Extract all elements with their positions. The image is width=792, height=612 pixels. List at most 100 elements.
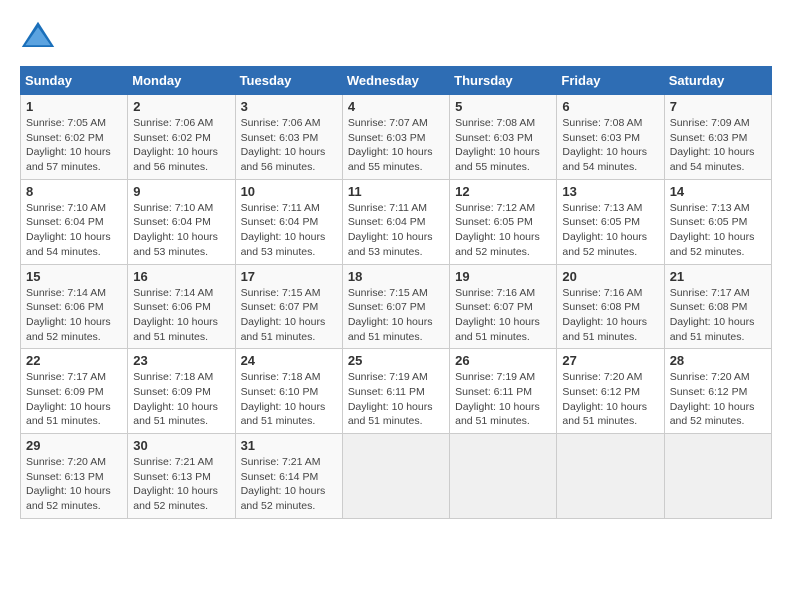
day-number: 22 [26, 353, 122, 368]
day-info: Sunrise: 7:07 AM Sunset: 6:03 PM Dayligh… [348, 116, 444, 175]
day-info: Sunrise: 7:15 AM Sunset: 6:07 PM Dayligh… [348, 286, 444, 345]
calendar-cell: 25 Sunrise: 7:19 AM Sunset: 6:11 PM Dayli… [342, 349, 449, 434]
calendar-week-row: 8Sunrise: 7:10 AM Sunset: 6:04 PM Daylig… [21, 179, 772, 264]
logo [20, 20, 60, 56]
column-header-friday: Friday [557, 67, 664, 95]
day-number: 10 [241, 184, 337, 199]
column-header-wednesday: Wednesday [342, 67, 449, 95]
calendar-cell: 21 Sunrise: 7:17 AM Sunset: 6:08 PM Dayli… [664, 264, 771, 349]
calendar-cell: 3 Sunrise: 7:06 AM Sunset: 6:03 PM Daylig… [235, 95, 342, 180]
day-number: 18 [348, 269, 444, 284]
column-header-sunday: Sunday [21, 67, 128, 95]
calendar-cell [557, 434, 664, 519]
day-info: Sunrise: 7:11 AM Sunset: 6:04 PM Dayligh… [241, 201, 337, 260]
calendar-cell: 24 Sunrise: 7:18 AM Sunset: 6:10 PM Dayli… [235, 349, 342, 434]
calendar-cell: 19Sunrise: 7:16 AM Sunset: 6:07 PM Dayli… [450, 264, 557, 349]
day-info: Sunrise: 7:10 AM Sunset: 6:04 PM Dayligh… [133, 201, 229, 260]
day-number: 24 [241, 353, 337, 368]
day-number: 2 [133, 99, 229, 114]
day-number: 23 [133, 353, 229, 368]
day-info: Sunrise: 7:17 AM Sunset: 6:08 PM Dayligh… [670, 286, 766, 345]
calendar-table: SundayMondayTuesdayWednesdayThursdayFrid… [20, 66, 772, 519]
day-info: Sunrise: 7:20 AM Sunset: 6:12 PM Dayligh… [670, 370, 766, 429]
calendar-cell: 9 Sunrise: 7:10 AM Sunset: 6:04 PM Daylig… [128, 179, 235, 264]
day-info: Sunrise: 7:17 AM Sunset: 6:09 PM Dayligh… [26, 370, 122, 429]
calendar-week-row: 22 Sunrise: 7:17 AM Sunset: 6:09 PM Dayli… [21, 349, 772, 434]
day-info: Sunrise: 7:10 AM Sunset: 6:04 PM Dayligh… [26, 201, 122, 260]
day-number: 9 [133, 184, 229, 199]
calendar-cell [342, 434, 449, 519]
calendar-cell: 26 Sunrise: 7:19 AM Sunset: 6:11 PM Dayli… [450, 349, 557, 434]
day-number: 19 [455, 269, 551, 284]
day-number: 21 [670, 269, 766, 284]
day-info: Sunrise: 7:18 AM Sunset: 6:09 PM Dayligh… [133, 370, 229, 429]
calendar-cell: 13 Sunrise: 7:13 AM Sunset: 6:05 PM Dayli… [557, 179, 664, 264]
day-info: Sunrise: 7:05 AM Sunset: 6:02 PM Dayligh… [26, 116, 122, 175]
day-number: 20 [562, 269, 658, 284]
day-number: 11 [348, 184, 444, 199]
page-header [20, 20, 772, 56]
day-info: Sunrise: 7:16 AM Sunset: 6:08 PM Dayligh… [562, 286, 658, 345]
day-number: 12 [455, 184, 551, 199]
calendar-cell: 6 Sunrise: 7:08 AM Sunset: 6:03 PM Daylig… [557, 95, 664, 180]
day-info: Sunrise: 7:08 AM Sunset: 6:03 PM Dayligh… [455, 116, 551, 175]
day-info: Sunrise: 7:20 AM Sunset: 6:13 PM Dayligh… [26, 455, 122, 514]
calendar-cell [450, 434, 557, 519]
day-number: 13 [562, 184, 658, 199]
calendar-cell: 7Sunrise: 7:09 AM Sunset: 6:03 PM Daylig… [664, 95, 771, 180]
day-info: Sunrise: 7:15 AM Sunset: 6:07 PM Dayligh… [241, 286, 337, 345]
calendar-cell: 16 Sunrise: 7:14 AM Sunset: 6:06 PM Dayli… [128, 264, 235, 349]
day-number: 16 [133, 269, 229, 284]
logo-icon [20, 20, 56, 56]
day-info: Sunrise: 7:20 AM Sunset: 6:12 PM Dayligh… [562, 370, 658, 429]
day-info: Sunrise: 7:14 AM Sunset: 6:06 PM Dayligh… [133, 286, 229, 345]
calendar-cell [664, 434, 771, 519]
calendar-cell: 20 Sunrise: 7:16 AM Sunset: 6:08 PM Dayli… [557, 264, 664, 349]
calendar-cell: 1 Sunrise: 7:05 AM Sunset: 6:02 PM Daylig… [21, 95, 128, 180]
day-info: Sunrise: 7:11 AM Sunset: 6:04 PM Dayligh… [348, 201, 444, 260]
day-info: Sunrise: 7:06 AM Sunset: 6:03 PM Dayligh… [241, 116, 337, 175]
day-info: Sunrise: 7:21 AM Sunset: 6:14 PM Dayligh… [241, 455, 337, 514]
day-info: Sunrise: 7:19 AM Sunset: 6:11 PM Dayligh… [455, 370, 551, 429]
calendar-cell: 10 Sunrise: 7:11 AM Sunset: 6:04 PM Dayli… [235, 179, 342, 264]
day-number: 27 [562, 353, 658, 368]
day-info: Sunrise: 7:14 AM Sunset: 6:06 PM Dayligh… [26, 286, 122, 345]
calendar-cell: 2Sunrise: 7:06 AM Sunset: 6:02 PM Daylig… [128, 95, 235, 180]
calendar-cell: 27 Sunrise: 7:20 AM Sunset: 6:12 PM Dayli… [557, 349, 664, 434]
day-info: Sunrise: 7:08 AM Sunset: 6:03 PM Dayligh… [562, 116, 658, 175]
calendar-cell: 22 Sunrise: 7:17 AM Sunset: 6:09 PM Dayli… [21, 349, 128, 434]
day-number: 14 [670, 184, 766, 199]
day-number: 29 [26, 438, 122, 453]
day-number: 26 [455, 353, 551, 368]
day-number: 5 [455, 99, 551, 114]
day-info: Sunrise: 7:19 AM Sunset: 6:11 PM Dayligh… [348, 370, 444, 429]
calendar-cell: 4 Sunrise: 7:07 AM Sunset: 6:03 PM Daylig… [342, 95, 449, 180]
column-header-tuesday: Tuesday [235, 67, 342, 95]
calendar-cell: 23 Sunrise: 7:18 AM Sunset: 6:09 PM Dayli… [128, 349, 235, 434]
day-info: Sunrise: 7:18 AM Sunset: 6:10 PM Dayligh… [241, 370, 337, 429]
day-number: 1 [26, 99, 122, 114]
day-info: Sunrise: 7:12 AM Sunset: 6:05 PM Dayligh… [455, 201, 551, 260]
calendar-cell: 15Sunrise: 7:14 AM Sunset: 6:06 PM Dayli… [21, 264, 128, 349]
day-number: 17 [241, 269, 337, 284]
day-number: 4 [348, 99, 444, 114]
day-number: 30 [133, 438, 229, 453]
calendar-cell: 5 Sunrise: 7:08 AM Sunset: 6:03 PM Daylig… [450, 95, 557, 180]
calendar-cell: 11 Sunrise: 7:11 AM Sunset: 6:04 PM Dayli… [342, 179, 449, 264]
day-info: Sunrise: 7:13 AM Sunset: 6:05 PM Dayligh… [562, 201, 658, 260]
calendar-cell: 17 Sunrise: 7:15 AM Sunset: 6:07 PM Dayli… [235, 264, 342, 349]
column-header-thursday: Thursday [450, 67, 557, 95]
day-number: 31 [241, 438, 337, 453]
calendar-cell: 30Sunrise: 7:21 AM Sunset: 6:13 PM Dayli… [128, 434, 235, 519]
day-number: 6 [562, 99, 658, 114]
day-number: 3 [241, 99, 337, 114]
column-header-monday: Monday [128, 67, 235, 95]
calendar-cell: 29 Sunrise: 7:20 AM Sunset: 6:13 PM Dayli… [21, 434, 128, 519]
day-number: 28 [670, 353, 766, 368]
calendar-cell: 31 Sunrise: 7:21 AM Sunset: 6:14 PM Dayli… [235, 434, 342, 519]
column-header-saturday: Saturday [664, 67, 771, 95]
day-info: Sunrise: 7:13 AM Sunset: 6:05 PM Dayligh… [670, 201, 766, 260]
day-number: 25 [348, 353, 444, 368]
calendar-cell: 12 Sunrise: 7:12 AM Sunset: 6:05 PM Dayli… [450, 179, 557, 264]
calendar-cell: 8Sunrise: 7:10 AM Sunset: 6:04 PM Daylig… [21, 179, 128, 264]
